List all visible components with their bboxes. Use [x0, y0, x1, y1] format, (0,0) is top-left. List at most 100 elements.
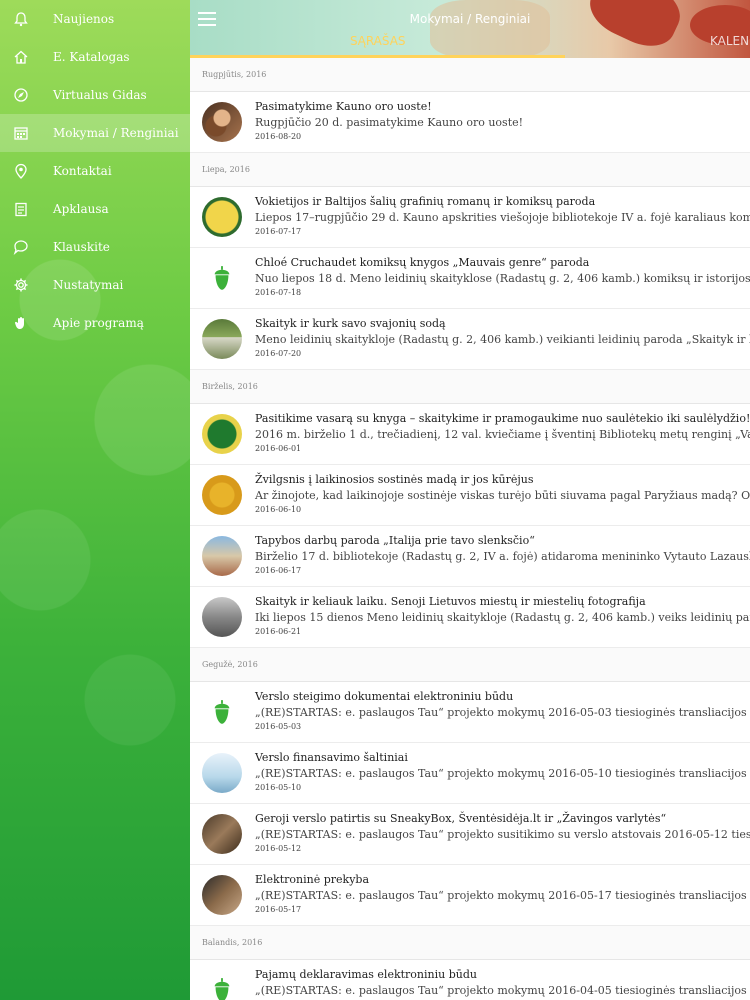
sidebar-item-1[interactable]: Naujienos: [0, 0, 190, 38]
sidebar-item-8[interactable]: Nustatymai: [0, 266, 190, 304]
event-thumbnail: [202, 475, 242, 515]
sidebar-item-label: Nustatymai: [53, 278, 124, 292]
sidebar-item-6[interactable]: Apklausa: [0, 190, 190, 228]
list-item[interactable]: Elektroninė prekyba „(RE)STARTAS: e. pasl…: [190, 865, 750, 926]
gear-icon: [12, 276, 30, 294]
event-thumbnail: [202, 814, 242, 854]
home-icon: [12, 48, 30, 66]
sidebar-item-label: Kontaktai: [53, 164, 112, 178]
list-item[interactable]: Geroji verslo patirtis su SneakyBox, Šve…: [190, 804, 750, 865]
hand-icon: [12, 314, 30, 332]
event-description: „(RE)STARTAS: e. paslaugos Tau“ projekto…: [255, 706, 750, 719]
event-title: Skaityk ir keliauk laiku. Senoji Lietuvo…: [255, 595, 646, 608]
sidebar-item-label: Naujienos: [53, 12, 115, 26]
event-title: Verslo steigimo dokumentai elektroniniu …: [255, 690, 514, 703]
event-thumbnail: [202, 536, 242, 576]
event-description: „(RE)STARTAS: e. paslaugos Tau“ projekto…: [255, 889, 750, 902]
event-thumbnail: [202, 414, 242, 454]
list-item[interactable]: Pajamų deklaravimas elektroniniu būdu „(R…: [190, 960, 750, 1000]
page-title: Mokymai / Renginiai: [409, 12, 531, 26]
sidebar-item-5[interactable]: Kontaktai: [0, 152, 190, 190]
event-description: Meno leidinių skaitykloje (Radastų g. 2,…: [255, 333, 750, 346]
sidebar-item-label: Apie programą: [53, 316, 144, 330]
sidebar-item-label: Klauskite: [53, 240, 110, 254]
event-description: Liepos 17–rugpjūčio 29 d. Kauno apskriti…: [255, 211, 750, 224]
list-item[interactable]: Skaityk ir keliauk laiku. Senoji Lietuvo…: [190, 587, 750, 648]
event-title: Pasitikime vasarą su knyga – skaitykime …: [255, 412, 750, 425]
list-item[interactable]: Verslo steigimo dokumentai elektroniniu …: [190, 682, 750, 743]
event-date: 2016-07-17: [255, 227, 302, 236]
section-header: Rugpjūtis, 2016: [190, 58, 750, 92]
event-date: 2016-07-18: [255, 288, 302, 297]
sidebar-item-2[interactable]: E. Katalogas: [0, 38, 190, 76]
sidebar-item-label: Apklausa: [53, 202, 109, 216]
event-list[interactable]: Rugpjūtis, 2016 Pasimatykime Kauno oro uo…: [190, 58, 750, 1000]
sidebar-item-7[interactable]: Klauskite: [0, 228, 190, 266]
sidebar-item-9[interactable]: Apie programą: [0, 304, 190, 342]
event-date: 2016-08-20: [255, 132, 302, 141]
main-panel: Mokymai / Renginiai SĄRAŠAS KALEN Rugpjū…: [190, 0, 750, 1000]
event-title: Vokietijos ir Baltijos šalių grafinių ro…: [255, 195, 596, 208]
event-description: Iki liepos 15 dienos Meno leidinių skait…: [255, 611, 750, 624]
sidebar-item-label: Virtualus Gidas: [53, 88, 147, 102]
section-header: Birželis, 2016: [190, 370, 750, 404]
event-title: Žvilgsnis į laikinosios sostinės madą ir…: [255, 473, 534, 486]
event-description: „(RE)STARTAS: e. paslaugos Tau“ projekto…: [255, 767, 750, 780]
event-thumbnail: [202, 875, 242, 915]
event-description: „(RE)STARTAS: e. paslaugos Tau“ projekto…: [255, 828, 750, 841]
event-thumbnail: [202, 319, 242, 359]
list-item[interactable]: Pasitikime vasarą su knyga – skaitykime …: [190, 404, 750, 465]
sidebar-item-label: E. Katalogas: [53, 50, 130, 64]
event-date: 2016-06-17: [255, 566, 302, 575]
event-thumbnail: [202, 102, 242, 142]
event-description: 2016 m. birželio 1 d., trečiadienį, 12 v…: [255, 428, 750, 441]
sidebar-item-4[interactable]: Mokymai / Renginiai: [0, 114, 190, 152]
acorn-icon: [202, 970, 242, 1000]
acorn-icon: [202, 258, 242, 298]
event-description: Birželio 17 d. bibliotekoje (Radastų g. …: [255, 550, 750, 563]
event-title: Pajamų deklaravimas elektroniniu būdu: [255, 968, 477, 981]
tab-list[interactable]: SĄRAŠAS: [350, 34, 406, 48]
event-date: 2016-05-10: [255, 783, 302, 792]
compass-icon: [12, 86, 30, 104]
section-header: Liepa, 2016: [190, 153, 750, 187]
event-description: Nuo liepos 18 d. Meno leidinių skaityklo…: [255, 272, 750, 285]
sidebar-item-label: Mokymai / Renginiai: [53, 126, 179, 140]
list-item[interactable]: Žvilgsnis į laikinosios sostinės madą ir…: [190, 465, 750, 526]
event-date: 2016-06-21: [255, 627, 302, 636]
bell-icon: [12, 10, 30, 28]
sidebar-nav: Naujienos E. Katalogas Virtualus Gidas Moky…: [0, 0, 190, 342]
event-title: Skaityk ir kurk savo svajonių sodą: [255, 317, 446, 330]
event-date: 2016-06-10: [255, 505, 302, 514]
list-item[interactable]: Tapybos darbų paroda „Italija prie tavo …: [190, 526, 750, 587]
event-title: Tapybos darbų paroda „Italija prie tavo …: [255, 534, 535, 547]
app-header: Mokymai / Renginiai SĄRAŠAS KALEN: [190, 0, 750, 58]
section-header: Gegužė, 2016: [190, 648, 750, 682]
event-date: 2016-05-12: [255, 844, 302, 853]
chat-bubble-icon: [12, 238, 30, 256]
event-thumbnail: [202, 597, 242, 637]
header-decoration: [581, 0, 689, 57]
event-title: Pasimatykime Kauno oro uoste!: [255, 100, 432, 113]
event-title: Elektroninė prekyba: [255, 873, 370, 886]
event-date: 2016-06-01: [255, 444, 302, 453]
event-date: 2016-05-03: [255, 722, 302, 731]
list-item[interactable]: Pasimatykime Kauno oro uoste! Rugpjūčio 2…: [190, 92, 750, 153]
event-title: Chloé Cruchaudet komiksų knygos „Mauvais…: [255, 256, 590, 269]
list-item[interactable]: Verslo finansavimo šaltiniai „(RE)STARTAS…: [190, 743, 750, 804]
sidebar: Naujienos E. Katalogas Virtualus Gidas Moky…: [0, 0, 190, 1000]
list-item[interactable]: Vokietijos ir Baltijos šalių grafinių ro…: [190, 187, 750, 248]
event-description: Ar žinojote, kad laikinojoje sostinėje v…: [255, 489, 750, 502]
sidebar-item-3[interactable]: Virtualus Gidas: [0, 76, 190, 114]
tab-calendar[interactable]: KALEN: [710, 34, 749, 48]
event-description: „(RE)STARTAS: e. paslaugos Tau“ projekto…: [255, 984, 750, 997]
acorn-icon: [202, 692, 242, 732]
location-pin-icon: [12, 162, 30, 180]
header-decoration: [430, 0, 550, 58]
section-header: Balandis, 2016: [190, 926, 750, 960]
event-date: 2016-07-20: [255, 349, 302, 358]
event-title: Geroji verslo patirtis su SneakyBox, Šve…: [255, 812, 667, 825]
event-date: 2016-05-17: [255, 905, 302, 914]
list-item[interactable]: Skaityk ir kurk savo svajonių sodą Meno l…: [190, 309, 750, 370]
list-item[interactable]: Chloé Cruchaudet komiksų knygos „Mauvais…: [190, 248, 750, 309]
